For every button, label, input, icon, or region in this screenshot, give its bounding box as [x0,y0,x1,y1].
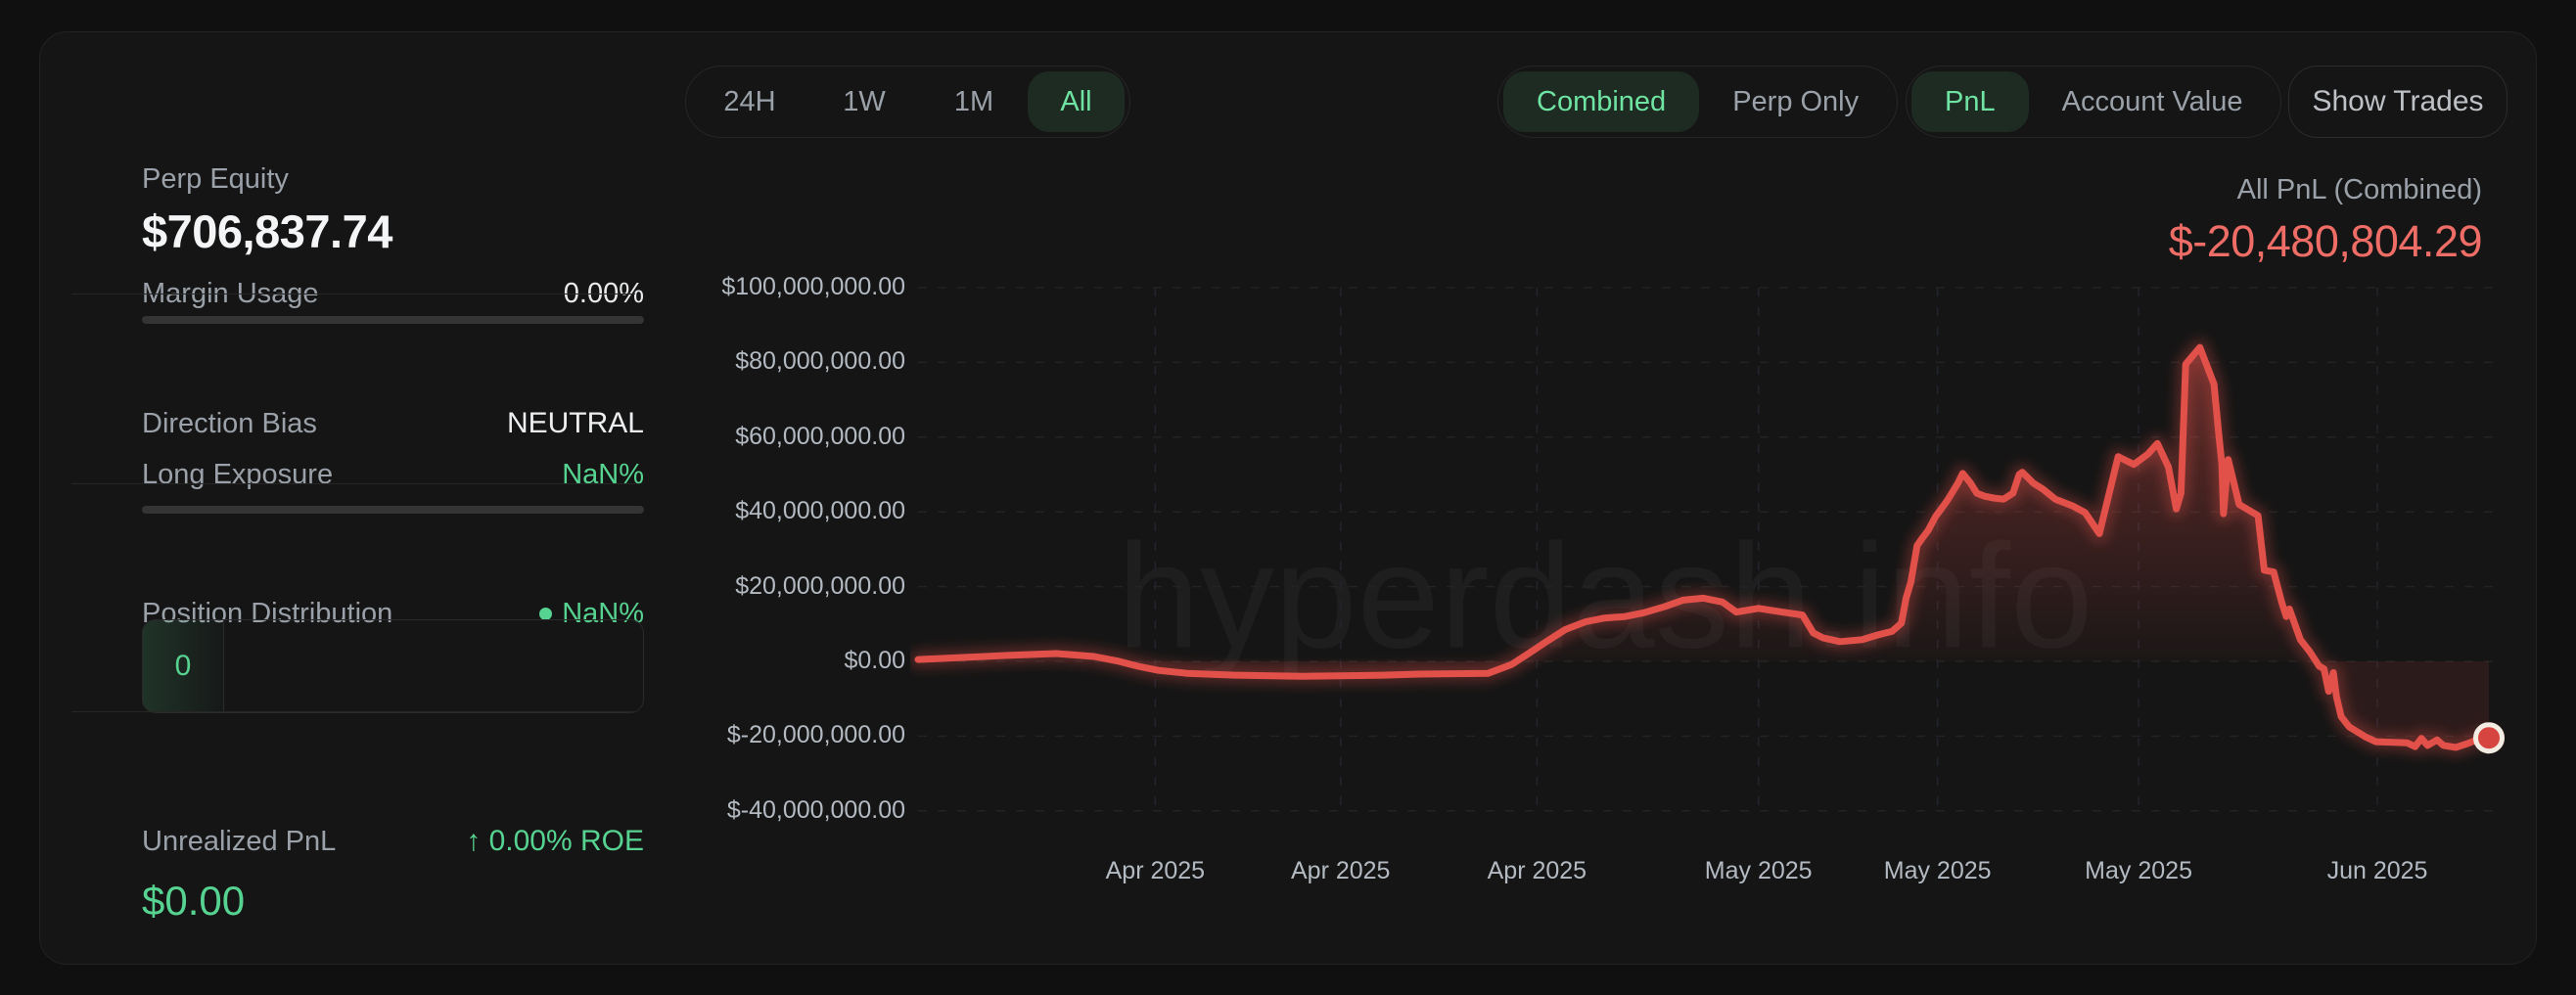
metric-toggle-group: PnL Account Value [1906,66,2281,138]
x-axis-label: Jun 2025 [2327,857,2428,885]
x-axis-label: Apr 2025 [1106,857,1205,885]
range-all-button[interactable]: All [1028,71,1125,132]
y-axis-label: $0.00 [685,647,905,675]
perp-only-button[interactable]: Perp Only [1699,71,1892,132]
show-trades-button[interactable]: Show Trades [2288,66,2507,138]
x-axis-label: Apr 2025 [1291,857,1390,885]
x-axis-label: May 2025 [1705,857,1813,885]
unrealized-pnl-label: Unrealized PnL [142,826,336,858]
x-axis: Apr 2025 Apr 2025 Apr 2025 May 2025 May 2025… [910,857,2506,890]
y-axis-label: $-40,000,000.00 [685,796,905,825]
pnl-chart: hyperdash.info $100,000,000.00$80,000,00… [685,258,2513,943]
pnl-line-glow [918,347,2489,747]
combined-button[interactable]: Combined [1503,71,1699,132]
y-axis: $100,000,000.00 $80,000,000.00 $60,000,000… [685,258,905,845]
account-value-button[interactable]: Account Value [2029,71,2277,132]
roe-up-arrow-icon: ↑ [466,825,481,857]
pnl-summary: All PnL (Combined) $-20,480,804.29 [2169,174,2482,267]
x-axis-label: Apr 2025 [1488,857,1587,885]
y-axis-label: $20,000,000.00 [685,572,905,601]
mode-toggle-group: Combined Perp Only [1497,66,1898,138]
range-1w-button[interactable]: 1W [808,71,920,132]
y-axis-label: $60,000,000.00 [685,423,905,451]
stats-sidebar-4: Unrealized PnL ↑ 0.00% ROE $0.00 [142,64,644,995]
range-24h-button[interactable]: 24H [691,71,808,132]
pnl-plot-svg[interactable] [910,264,2506,832]
time-range-group: 24H 1W 1M All [685,66,1130,138]
y-axis-label: $40,000,000.00 [685,497,905,525]
y-axis-label: $80,000,000.00 [685,347,905,376]
x-axis-label: May 2025 [2085,857,2192,885]
pnl-summary-label: All PnL (Combined) [2169,174,2482,206]
y-axis-label: $100,000,000.00 [685,273,905,301]
unrealized-pnl-roe: 0.00% ROE [489,825,644,857]
x-axis-label: May 2025 [1884,857,1992,885]
y-axis-label: $-20,000,000.00 [685,721,905,749]
last-point-marker[interactable] [2476,725,2503,751]
range-1m-button[interactable]: 1M [920,71,1028,132]
pnl-button[interactable]: PnL [1911,71,2029,132]
unrealized-pnl-value: $0.00 [142,878,245,925]
